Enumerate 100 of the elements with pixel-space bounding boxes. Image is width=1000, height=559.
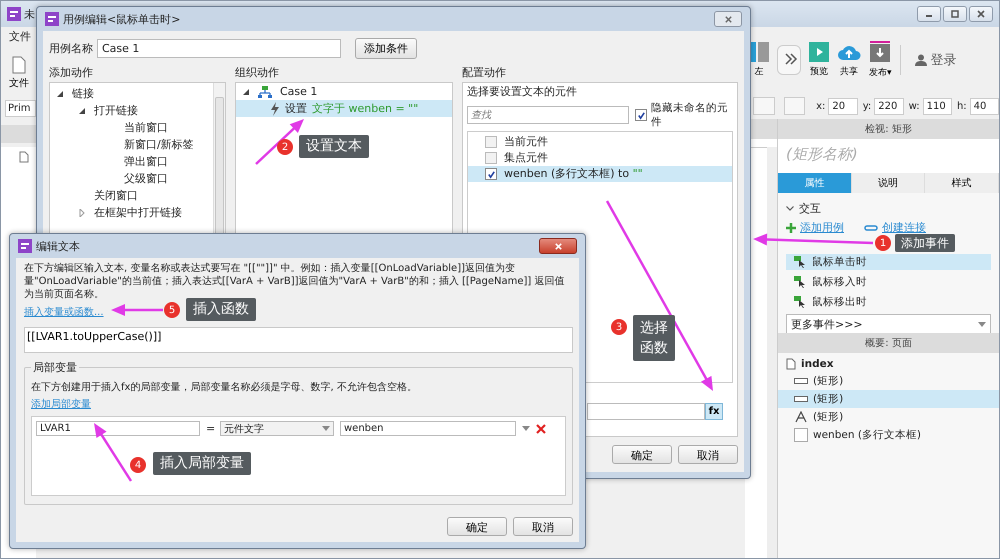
toolbar-button[interactable]: 共享 bbox=[837, 42, 861, 78]
target-field[interactable]: wenben bbox=[340, 421, 516, 436]
group-title: 局部变量 bbox=[31, 360, 79, 375]
scrollbar[interactable] bbox=[767, 147, 777, 558]
toolbar-button[interactable]: 发布▾ bbox=[869, 41, 892, 79]
action-item[interactable]: 关闭窗口 bbox=[94, 188, 138, 203]
geometry-field[interactable]: 40 bbox=[970, 98, 999, 114]
expression-field[interactable]: [[LVAR1.toUpperCase()]] bbox=[24, 327, 573, 353]
download-icon bbox=[870, 41, 890, 63]
variable-name-field[interactable]: LVAR1 bbox=[36, 421, 200, 436]
maximize-button[interactable] bbox=[943, 6, 967, 22]
minimize-button[interactable] bbox=[917, 6, 941, 22]
search-field[interactable]: 查找 bbox=[467, 106, 630, 124]
cancel-button[interactable]: 取消 bbox=[678, 445, 738, 464]
expand-icon[interactable] bbox=[78, 208, 86, 216]
checkbox-label: 隐藏未命名的元件 bbox=[651, 101, 730, 129]
action-item[interactable]: 打开链接 bbox=[94, 103, 138, 118]
event-item[interactable]: 鼠标移出时 bbox=[786, 294, 991, 310]
collapse-icon[interactable] bbox=[56, 90, 64, 98]
widget-row[interactable]: 集点元件 bbox=[468, 150, 732, 166]
app-logo-icon bbox=[18, 239, 32, 253]
panel-header: 概要: 页面 bbox=[778, 333, 999, 353]
action-item[interactable]: 父级窗口 bbox=[124, 171, 168, 186]
checkbox[interactable] bbox=[635, 109, 648, 121]
text-icon bbox=[794, 411, 808, 423]
collapse-icon[interactable] bbox=[78, 106, 86, 114]
case-icon bbox=[258, 86, 272, 98]
style-field[interactable]: Prim bbox=[5, 100, 36, 117]
dialog-title: 用例编辑<鼠标单击时> bbox=[63, 12, 180, 26]
event-item[interactable]: 鼠标移入时 bbox=[786, 274, 991, 290]
annotation-arrow bbox=[94, 423, 132, 482]
cursor-event-icon bbox=[794, 296, 806, 308]
collapse-icon[interactable] bbox=[242, 88, 250, 96]
callout-label: 设置文本 bbox=[299, 135, 369, 158]
close-icon bbox=[724, 14, 732, 24]
dropdown-arrow-icon[interactable] bbox=[522, 426, 530, 431]
callout-label: 插入函数 bbox=[186, 298, 256, 321]
action-row[interactable]: 设置 文字于 wenben = "" bbox=[236, 100, 452, 117]
column-title: 添加动作 bbox=[49, 65, 94, 79]
caret-icon bbox=[322, 426, 330, 431]
widget-row[interactable]: 当前元件 bbox=[468, 134, 732, 150]
action-verb: 设置 bbox=[285, 101, 307, 116]
outline-item[interactable]: (矩形) bbox=[778, 372, 999, 390]
delete-icon[interactable] bbox=[536, 424, 546, 434]
event-item[interactable]: 鼠标单击时 bbox=[786, 254, 991, 270]
close-button[interactable] bbox=[969, 6, 993, 22]
close-button[interactable] bbox=[714, 11, 742, 27]
action-item[interactable]: 链接 bbox=[72, 86, 94, 101]
more-tools-button[interactable] bbox=[777, 45, 801, 75]
geometry-field[interactable]: 220 bbox=[874, 98, 904, 114]
action-item[interactable]: 当前窗口 bbox=[124, 120, 168, 135]
cursor-event-icon bbox=[794, 276, 806, 288]
callout-label: 选择函数 bbox=[633, 315, 675, 361]
field-label: h: bbox=[956, 100, 967, 112]
action-detail: 文字于 wenben = "" bbox=[312, 101, 418, 116]
geometry-field[interactable]: 110 bbox=[922, 98, 952, 114]
outline-item[interactable]: wenben (多行文本框) bbox=[778, 426, 999, 444]
section-title: 交互 bbox=[799, 201, 821, 216]
add-condition-button[interactable]: 添加条件 bbox=[355, 38, 417, 58]
instructions-text: 在下方编辑区输入文本, 变量名称或表达式要写在 "[[""]]" 中。例如：插入变量[[OnLoadVariable]]返回值为变量"OnLoadVariable"的当前值；插入表达式[[VarA + VarB]]返回值为"VarA + VarB"的和；插入 [[PageName]] 返回值为当前页面名称。 bbox=[24, 262, 566, 301]
action-item[interactable]: 在框架中打开链接 bbox=[94, 205, 182, 220]
outline-item[interactable]: (矩形) bbox=[778, 408, 999, 426]
widget-row[interactable]: wenben (多行文本框) to "" bbox=[468, 166, 732, 182]
cancel-button[interactable]: 取消 bbox=[513, 517, 573, 536]
widget-label: 集点元件 bbox=[504, 151, 548, 165]
ok-button[interactable]: 确定 bbox=[447, 517, 507, 536]
login-button[interactable]: 登录 bbox=[908, 50, 963, 70]
field-label: 用例名称 bbox=[49, 40, 93, 56]
outline-item[interactable]: (矩形) bbox=[778, 390, 999, 408]
close-button[interactable] bbox=[539, 238, 577, 254]
case-item[interactable]: Case 1 bbox=[280, 85, 318, 98]
create-link-link[interactable]: 创建连接 bbox=[882, 220, 926, 235]
case-name-field[interactable]: Case 1 bbox=[97, 38, 341, 58]
app-logo-icon bbox=[45, 12, 59, 26]
cursor-event-icon bbox=[794, 256, 806, 268]
fx-button[interactable]: fx bbox=[705, 403, 723, 420]
app-title: 未 bbox=[24, 6, 35, 22]
maximize-icon bbox=[950, 9, 960, 19]
chevron-down-icon[interactable] bbox=[786, 206, 794, 211]
plus-icon bbox=[786, 222, 796, 232]
menu-item[interactable]: 文件 bbox=[5, 29, 36, 44]
toolbar-button[interactable]: 预览 bbox=[809, 42, 829, 78]
widget-label: wenben (多行文本框) to "" bbox=[504, 167, 643, 181]
file-button[interactable]: 文件 bbox=[5, 48, 31, 90]
action-item[interactable]: 弹出窗口 bbox=[124, 154, 168, 169]
value-field[interactable] bbox=[587, 403, 705, 420]
variable-type-dropdown[interactable]: 元件文字 bbox=[220, 421, 334, 436]
more-events-dropdown[interactable]: 更多事件>>> bbox=[786, 314, 991, 335]
outline-item[interactable]: index bbox=[778, 356, 999, 372]
checkbox[interactable] bbox=[485, 168, 497, 180]
ok-button[interactable]: 确定 bbox=[612, 445, 672, 464]
field-label: y: bbox=[862, 100, 872, 112]
checkbox[interactable] bbox=[485, 152, 497, 164]
section-title: 选择要设置文本的元件 bbox=[467, 85, 578, 99]
geometry-field[interactable]: 20 bbox=[828, 98, 858, 114]
action-item[interactable]: 新窗口/新标签 bbox=[124, 137, 194, 152]
caret-icon bbox=[978, 322, 986, 327]
dialog-title: 编辑文本 bbox=[36, 238, 80, 254]
checkbox[interactable] bbox=[485, 136, 497, 148]
app-logo-icon bbox=[7, 7, 21, 21]
